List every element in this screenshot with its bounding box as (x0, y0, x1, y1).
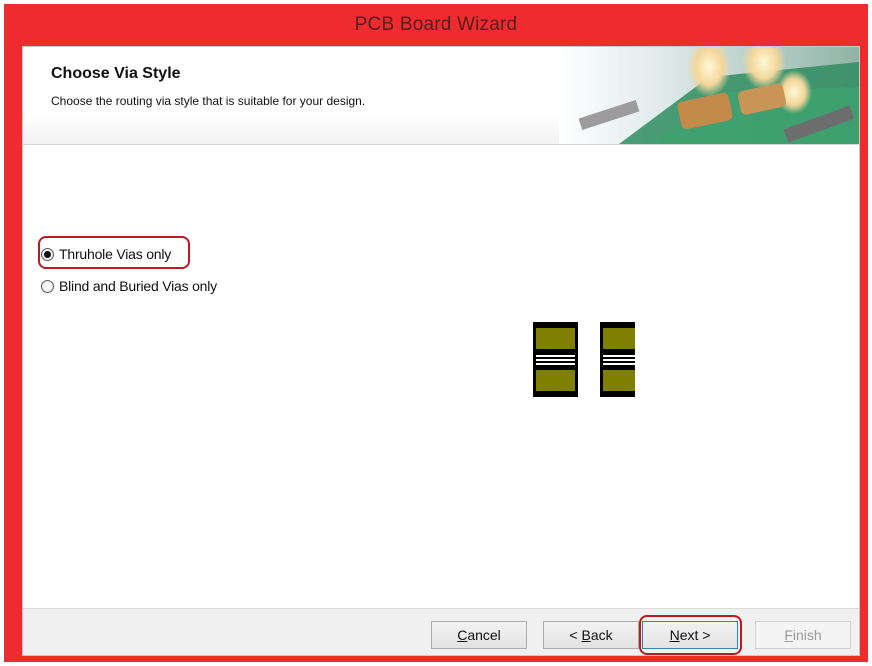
back-prefix: < (569, 627, 582, 643)
pcb-banner-image (559, 47, 859, 144)
page-subtitle: Choose the routing via style that is sui… (51, 94, 366, 108)
finish-label: inish (792, 627, 822, 643)
wizard-content: Thruhole Vias only Blind and Buried Vias… (23, 145, 859, 608)
radio-dot (44, 250, 51, 258)
cancel-button[interactable]: Cancel (431, 621, 527, 649)
window-title: PCB Board Wizard (354, 14, 518, 35)
cancel-label: ancel (467, 627, 501, 643)
back-button[interactable]: < Back (543, 621, 639, 649)
wizard-footer: Cancel < Back Next > Finish (23, 608, 859, 655)
back-accelerator: B (581, 627, 591, 643)
blind-buried-vias-option[interactable]: Blind and Buried Vias only (41, 278, 217, 294)
radio-button-selected[interactable] (41, 247, 54, 261)
wizard-client-area: Choose Via Style Choose the routing via … (22, 46, 860, 656)
thruhole-vias-option[interactable]: Thruhole Vias only (41, 246, 171, 262)
page-title: Choose Via Style (51, 65, 181, 82)
radio-button-unselected[interactable] (41, 279, 54, 293)
cancel-accelerator: C (457, 627, 468, 643)
back-label: ack (590, 627, 613, 643)
wizard-window: PCB Board Wizard Choose Via Style Choose… (4, 4, 868, 662)
blind-buried-vias-label: Blind and Buried Vias only (59, 278, 217, 294)
title-bar[interactable]: PCB Board Wizard (4, 4, 868, 46)
wizard-header: Choose Via Style Choose the routing via … (23, 47, 859, 145)
via-style-preview-image (533, 322, 635, 397)
via-preview-left (533, 322, 578, 397)
finish-button[interactable]: Finish (755, 621, 851, 649)
finish-accelerator: F (784, 627, 793, 643)
thruhole-vias-label: Thruhole Vias only (59, 246, 172, 262)
annotation-highlight-next (639, 615, 742, 655)
via-preview-right (600, 322, 635, 397)
